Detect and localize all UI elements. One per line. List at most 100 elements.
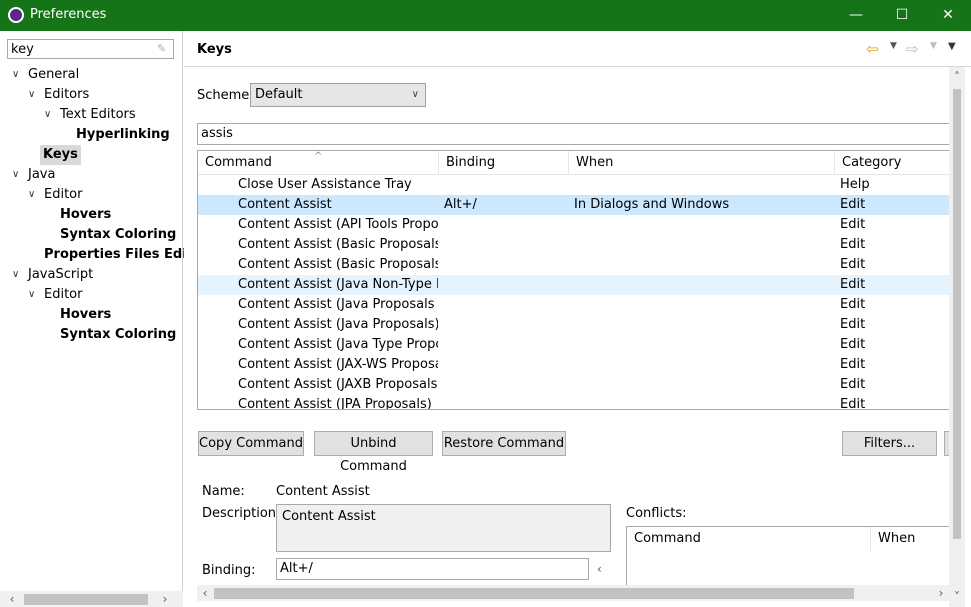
back-arrow-icon[interactable]: ⇦ — [866, 40, 879, 58]
cell-command: Content Assist (JAXB Proposals) — [238, 377, 438, 392]
chevron-down-icon: ∨ — [411, 89, 419, 100]
app-icon — [8, 7, 24, 23]
title-bar: Preferences — ☐ ✕ — [0, 0, 971, 31]
copy-command-button[interactable]: Copy Command — [198, 431, 304, 456]
scrollbar-thumb[interactable] — [953, 89, 961, 539]
column-header-when[interactable]: When — [569, 151, 835, 175]
filter-field[interactable]: ✎ — [7, 39, 174, 59]
cell-binding: Alt+/ — [444, 197, 477, 212]
table-row[interactable]: Content Assist (Java Type Proposa Edit — [198, 335, 949, 355]
cell-binding — [444, 215, 564, 235]
clear-filter-icon[interactable]: ✎ — [157, 42, 169, 56]
table-row[interactable]: Content Assist (Java Non-Type Pro Edit — [198, 275, 949, 295]
cell-category: Edit — [840, 317, 866, 332]
conflicts-column-when[interactable]: When — [871, 527, 950, 551]
table-row[interactable]: Content Assist (JPA Proposals) Edit — [198, 395, 949, 410]
forward-arrow-icon[interactable]: ⇨ — [906, 40, 919, 58]
cell-command: Content Assist (JPA Proposals) — [238, 397, 432, 410]
scroll-left-icon[interactable]: ‹ — [4, 591, 20, 607]
cell-category: Edit — [840, 397, 866, 410]
description-label: Description: — [202, 506, 281, 521]
chevron-down-icon[interactable]: ∨ — [28, 285, 40, 305]
tree-horizontal-scrollbar[interactable]: ‹ › — [0, 591, 183, 607]
table-row[interactable]: Content Assist (Java Proposals) Edit — [198, 315, 949, 335]
cell-when — [574, 235, 829, 255]
view-menu-icon[interactable]: ▼ — [948, 41, 956, 52]
name-value: Content Assist — [276, 484, 370, 499]
cell-category: Edit — [840, 337, 866, 352]
chevron-down-icon[interactable]: ∨ — [12, 165, 24, 185]
preferences-tree-pane: ✎ ∨ General ∨ Editors ∨ Text Editors Hyp… — [0, 31, 202, 607]
cell-command: Content Assist (JAX-WS Proposals) — [238, 357, 438, 372]
cell-binding — [444, 255, 564, 275]
conflicts-column-command[interactable]: Command — [627, 527, 871, 551]
scroll-right-icon[interactable]: › — [157, 591, 173, 607]
filters-button[interactable]: Filters... — [842, 431, 937, 456]
cell-category: Edit — [840, 297, 866, 312]
conflicts-label: Conflicts: — [626, 506, 687, 521]
binding-menu-icon[interactable]: ‹ — [597, 562, 602, 576]
forward-dropdown-icon[interactable]: ▼ — [930, 41, 937, 51]
chevron-down-icon[interactable]: ∨ — [28, 185, 40, 205]
scroll-right-icon[interactable]: › — [933, 585, 949, 601]
cell-category: Edit — [840, 277, 866, 292]
cell-category: Help — [840, 177, 870, 192]
chevron-down-icon[interactable]: ∨ — [44, 105, 56, 125]
cell-command: Close User Assistance Tray — [238, 177, 412, 192]
cell-binding — [444, 395, 564, 409]
command-filter-input[interactable]: assis — [197, 123, 949, 145]
minimize-button[interactable]: — — [833, 0, 879, 31]
table-row[interactable]: Content Assist (Java Proposals (Ta Edit — [198, 295, 949, 315]
scrollbar-thumb[interactable] — [24, 594, 148, 605]
column-header-binding[interactable]: Binding — [439, 151, 569, 175]
cell-binding — [444, 315, 564, 335]
cell-when — [574, 295, 829, 315]
scroll-left-icon[interactable]: ‹ — [197, 585, 213, 601]
scroll-up-icon[interactable]: ˄ — [949, 69, 965, 85]
scheme-label: Scheme: — [197, 88, 254, 103]
table-row[interactable]: Content Assist (API Tools Proposal Edit — [198, 215, 949, 235]
table-row[interactable]: Content Assist Alt+/ In Dialogs and Window… — [198, 195, 949, 215]
tree-item-label: Editor — [44, 187, 83, 202]
scheme-value: Default — [255, 87, 303, 102]
chevron-down-icon[interactable]: ∨ — [12, 265, 24, 285]
column-header-category[interactable]: Category — [835, 151, 949, 175]
page-horizontal-scrollbar[interactable]: ‹ › — [197, 585, 949, 601]
cell-command: Content Assist (Java Non-Type Pro — [238, 277, 438, 292]
tree-item-label: Java — [28, 167, 56, 182]
sort-ascending-icon: ^ — [314, 151, 323, 162]
cell-binding — [444, 335, 564, 355]
binding-input[interactable]: Alt+/ — [276, 558, 589, 580]
chevron-down-icon[interactable]: ∨ — [12, 65, 24, 85]
table-header: Command ^ Binding When Category — [198, 151, 949, 175]
unbind-command-button[interactable]: Unbind Command — [314, 431, 433, 474]
scheme-select[interactable]: Default ∨ — [250, 83, 426, 107]
page-title: Keys — [197, 42, 232, 57]
scrollbar-thumb[interactable] — [214, 588, 854, 599]
table-row[interactable]: Content Assist (JAXB Proposals) Edit — [198, 375, 949, 395]
tree-item-label: Properties Files Edito — [44, 247, 202, 262]
tree-item-label: Syntax Coloring — [60, 327, 177, 342]
scroll-down-icon[interactable]: ˅ — [949, 589, 965, 605]
close-button[interactable]: ✕ — [925, 0, 971, 31]
back-dropdown-icon[interactable]: ▼ — [890, 41, 897, 51]
bindings-table[interactable]: Command ^ Binding When Category Close Us… — [197, 150, 949, 410]
conflicts-table[interactable]: Command When — [626, 526, 949, 586]
cell-binding — [444, 275, 564, 295]
filter-input[interactable] — [8, 40, 148, 58]
page-vertical-scrollbar[interactable]: ˄ ˅ — [949, 67, 965, 607]
table-row[interactable]: Content Assist (Basic Proposals) Edit — [198, 255, 949, 275]
maximize-button[interactable]: ☐ — [879, 0, 925, 31]
restore-command-button[interactable]: Restore Command — [442, 431, 566, 456]
page-header: Keys ⇦ ▼ ⇨ ▼ ▼ — [184, 31, 971, 67]
cell-category: Edit — [840, 357, 866, 372]
cell-when — [574, 255, 829, 275]
table-row[interactable]: Close User Assistance Tray Help — [198, 175, 949, 195]
table-row[interactable]: Content Assist (Basic Proposals) Edit — [198, 235, 949, 255]
table-row[interactable]: Content Assist (JAX-WS Proposals) Edit — [198, 355, 949, 375]
column-header-command[interactable]: Command ^ — [198, 151, 439, 175]
chevron-down-icon[interactable]: ∨ — [28, 85, 40, 105]
cell-category: Edit — [840, 377, 866, 392]
cell-binding — [444, 175, 564, 195]
cell-when — [574, 215, 829, 235]
